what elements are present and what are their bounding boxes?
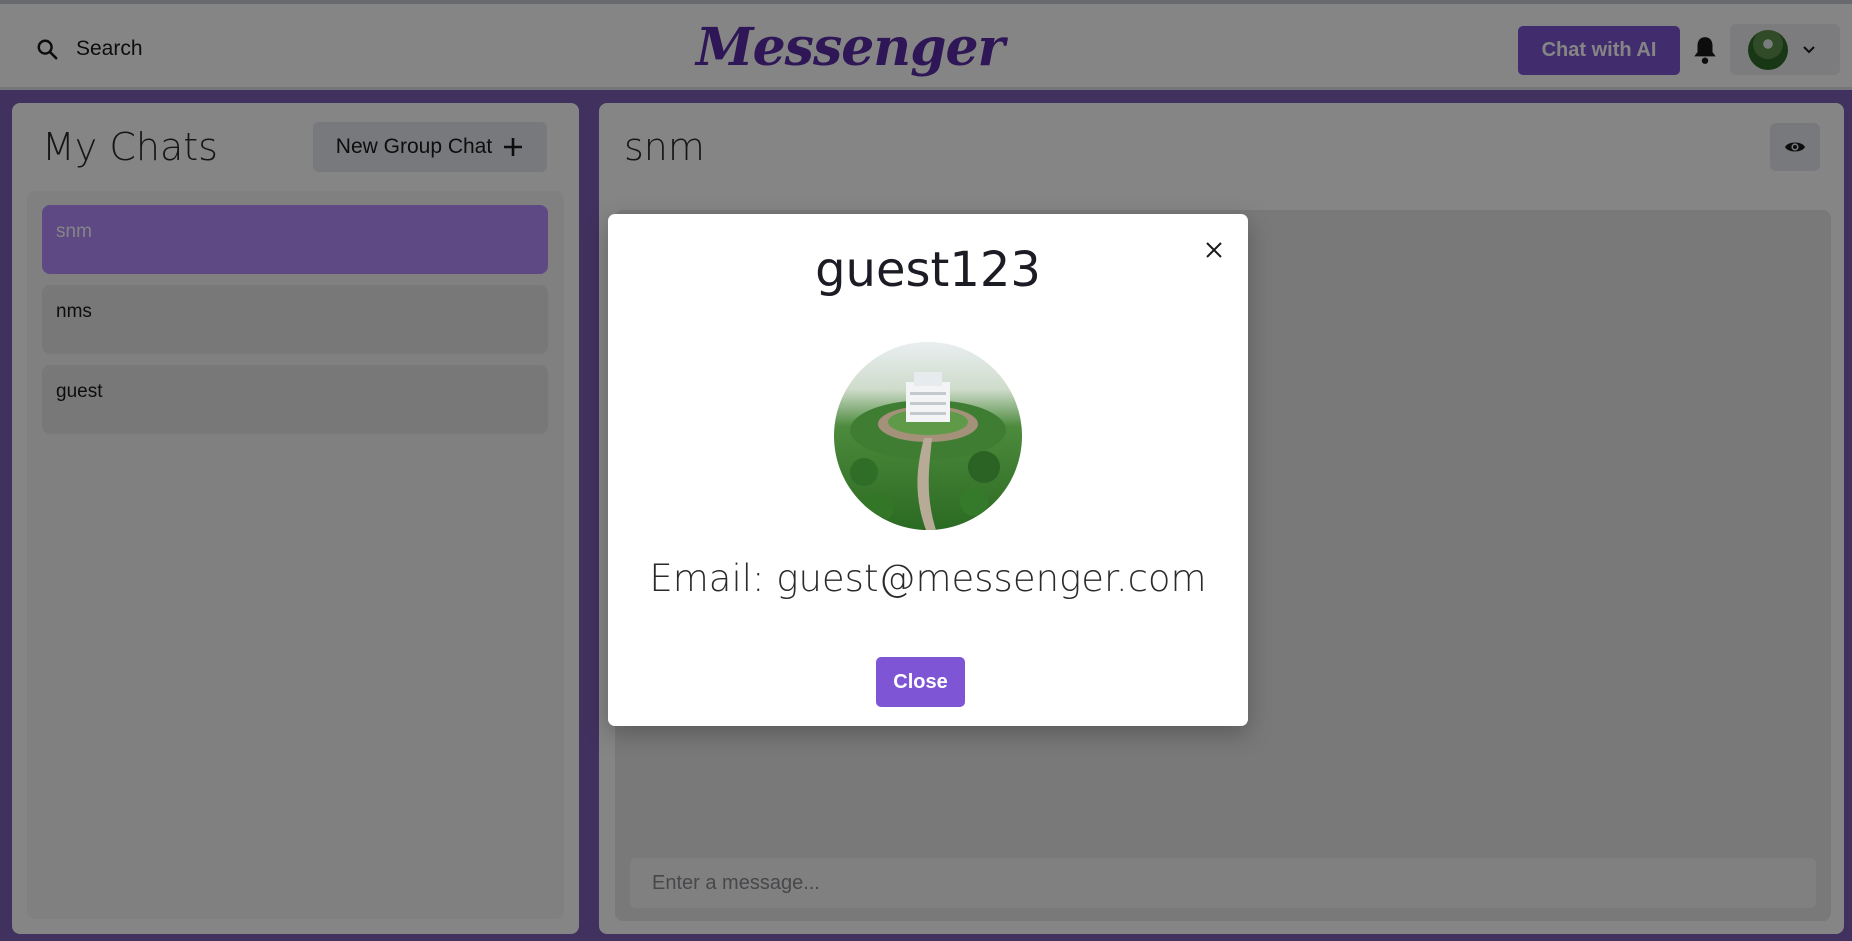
profile-avatar <box>834 342 1022 530</box>
profile-username: guest123 <box>815 242 1041 298</box>
profile-modal: guest123 Email: guest@messenger.com Clos… <box>608 214 1248 726</box>
profile-email: Email: guest@messenger.com <box>649 557 1207 600</box>
close-button[interactable]: Close <box>876 657 965 707</box>
